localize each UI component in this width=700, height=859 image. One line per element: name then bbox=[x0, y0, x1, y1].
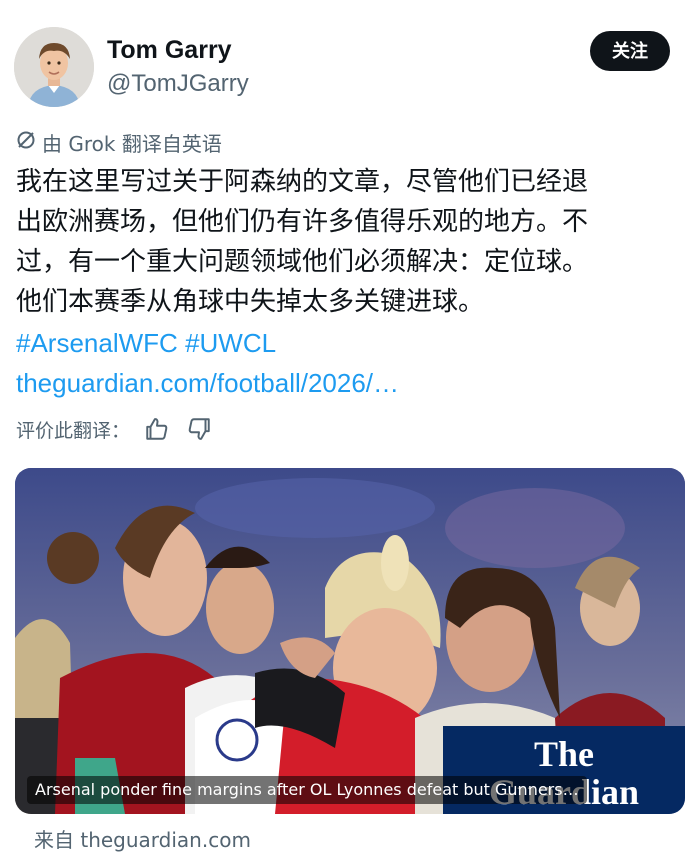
translation-note[interactable]: 由 Grok 翻译自英语 bbox=[16, 128, 222, 156]
guardian-logo-line-1: The bbox=[534, 734, 594, 774]
tweet-text: 我在这里写过关于阿森纳的文章，尽管他们已经退 出欧洲赛场，但他们仍有许多值得乐观… bbox=[16, 162, 676, 322]
thumbs-up-icon[interactable] bbox=[142, 414, 172, 444]
tweet-text-line: 出欧洲赛场，但他们仍有许多值得乐观的地方。不 bbox=[16, 207, 589, 237]
card-source[interactable]: 来自 theguardian.com bbox=[34, 824, 251, 853]
translation-label: 由 Grok 翻译自英语 bbox=[42, 131, 222, 156]
hashtag-arsenalwfc[interactable]: #ArsenalWFC bbox=[16, 328, 178, 358]
thumbs-down-icon[interactable] bbox=[184, 414, 214, 444]
avatar-image bbox=[14, 27, 94, 107]
rate-translation-row: 评价此翻译： bbox=[16, 414, 214, 444]
tweet-text-line: 过，有一个重大问题领域他们必须解决：定位球。 bbox=[16, 247, 589, 277]
tweet-text-line: 他们本赛季从角球中失掉太多关键进球。 bbox=[16, 287, 485, 317]
article-link[interactable]: theguardian.com/football/2026/… bbox=[16, 363, 399, 403]
hashtag-uwcl[interactable]: #UWCL bbox=[185, 328, 276, 358]
rate-translation-label: 评价此翻译： bbox=[16, 419, 131, 442]
card-caption: Arsenal ponder fine margins after OL Lyo… bbox=[27, 776, 587, 804]
avatar[interactable] bbox=[14, 27, 94, 107]
translate-slash-icon bbox=[16, 130, 36, 155]
article-photo: The Guardian bbox=[15, 468, 685, 814]
tweet-text-line: 我在这里写过关于阿森纳的文章，尽管他们已经退 bbox=[16, 167, 589, 197]
follow-button[interactable]: 关注 bbox=[590, 31, 670, 71]
hashtags: #ArsenalWFC #UWCL bbox=[16, 323, 276, 363]
link-card[interactable]: The Guardian Arsenal ponder fine margins… bbox=[15, 468, 685, 814]
display-name[interactable]: Tom Garry bbox=[107, 36, 232, 65]
user-handle[interactable]: @TomJGarry bbox=[107, 70, 249, 98]
